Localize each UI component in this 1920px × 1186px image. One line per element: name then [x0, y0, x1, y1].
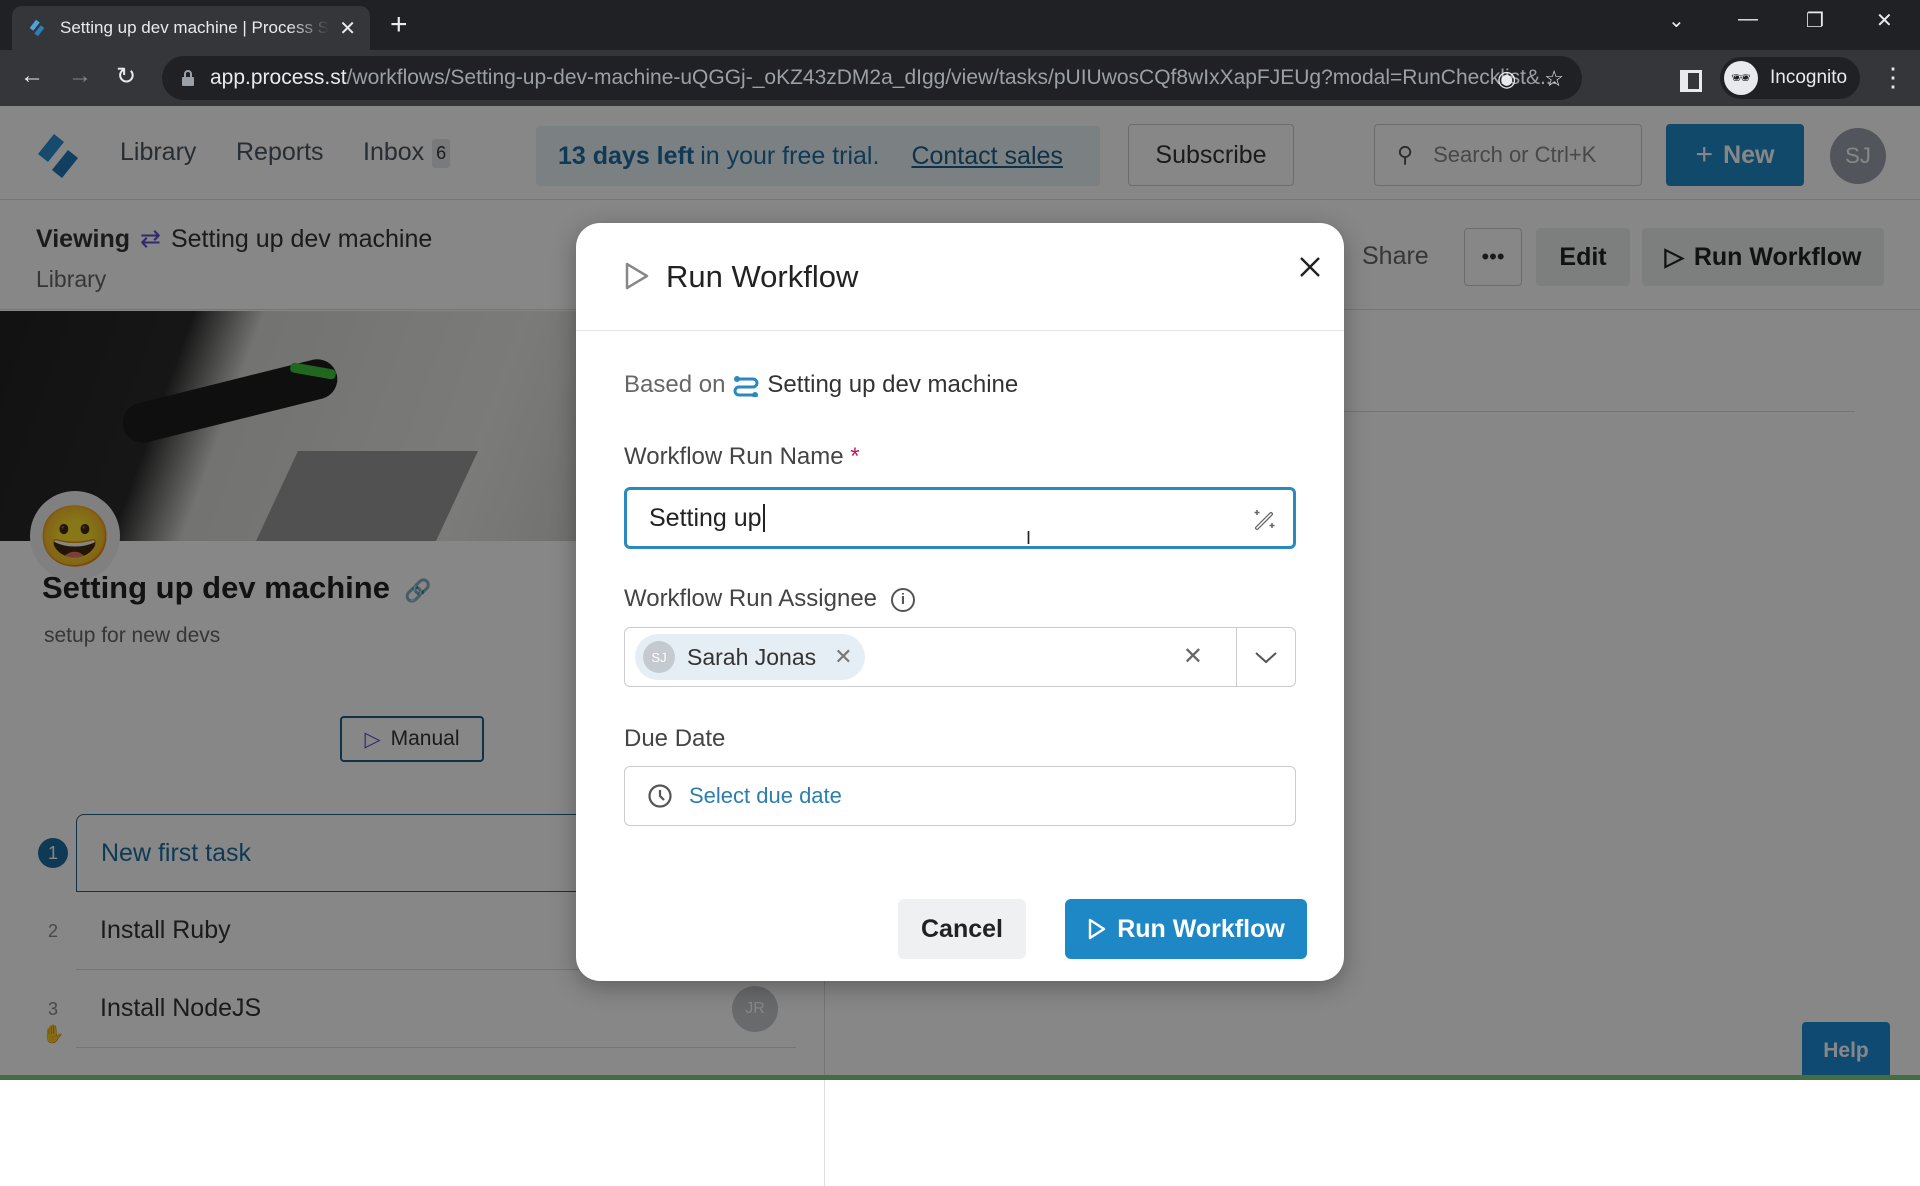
incognito-profile[interactable]: 🕶 Incognito — [1720, 57, 1860, 99]
browser-toolbar: ← → ↻ app.process.st/workflows/Setting-u… — [0, 50, 1920, 106]
clear-icon[interactable]: ✕ — [1183, 644, 1203, 670]
run-name-input[interactable]: Setting up — [624, 487, 1296, 549]
due-date-placeholder: Select due date — [689, 783, 842, 808]
tab-search-icon[interactable]: ⌄ — [1668, 8, 1685, 33]
browser-tab-strip: Setting up dev machine | Process Street … — [0, 0, 1920, 50]
reload-icon[interactable]: ↻ — [116, 62, 136, 91]
window-close-icon[interactable]: ✕ — [1876, 8, 1893, 33]
browser-menu-icon[interactable]: ⋮ — [1880, 62, 1906, 93]
divider — [1236, 628, 1237, 686]
tab-title: Setting up dev machine | Process Street — [60, 18, 330, 37]
minimize-icon[interactable]: — — [1738, 8, 1758, 31]
tracking-off-eye-icon[interactable]: ◉ — [1497, 66, 1516, 92]
play-icon — [1089, 918, 1106, 940]
assignee-label-text: Workflow Run Assignee — [624, 585, 878, 612]
required-marker: * — [850, 443, 860, 470]
magic-wand-icon[interactable] — [1251, 506, 1277, 532]
due-date-label: Due Date — [624, 725, 726, 752]
clock-icon — [648, 784, 672, 808]
run-name-value: Setting up — [649, 503, 762, 532]
back-arrow-icon[interactable]: ← — [20, 62, 44, 90]
based-on-label: Based on — [624, 371, 726, 398]
close-icon[interactable] — [1288, 245, 1332, 289]
forward-arrow-icon[interactable]: → — [68, 62, 92, 90]
chevron-down-icon[interactable] — [1251, 644, 1281, 670]
run-workflow-modal: Run Workflow Based on Setting up dev mac… — [576, 223, 1344, 981]
due-date-input[interactable]: Select due date — [624, 766, 1296, 826]
run-name-label-text: Workflow Run Name — [624, 443, 844, 470]
assignee-name: Sarah Jonas — [687, 643, 817, 670]
cancel-button[interactable]: Cancel — [898, 899, 1026, 959]
lock-icon — [182, 70, 194, 86]
side-panel-icon[interactable] — [1680, 70, 1702, 92]
incognito-label: Incognito — [1770, 67, 1848, 88]
incognito-icon: 🕶 — [1724, 61, 1758, 95]
bookmark-star-icon[interactable]: ☆ — [1544, 66, 1564, 92]
play-icon — [625, 262, 649, 290]
run-workflow-label: Run Workflow — [1117, 914, 1285, 943]
new-tab-button[interactable]: + — [390, 8, 408, 42]
modal-title: Run Workflow — [666, 259, 859, 294]
address-bar[interactable]: app.process.st/workflows/Setting-up-dev-… — [162, 56, 1582, 100]
assignee-select[interactable]: SJ Sarah Jonas ✕ ✕ — [624, 627, 1296, 687]
restore-icon[interactable]: ❐ — [1806, 8, 1824, 33]
process-street-favicon-icon — [29, 19, 45, 37]
based-on: Based on Setting up dev machine — [624, 371, 1018, 399]
modal-header: Run Workflow — [576, 223, 1344, 331]
assignee-chip: SJ Sarah Jonas ✕ — [635, 634, 865, 680]
browser-tab[interactable]: Setting up dev machine | Process Street … — [12, 6, 370, 50]
remove-assignee-icon[interactable]: ✕ — [834, 644, 852, 670]
url-host: app.process.st — [210, 66, 347, 89]
text-caret — [762, 504, 765, 532]
text-cursor-icon: I — [1026, 528, 1032, 548]
run-workflow-button[interactable]: Run Workflow — [1065, 899, 1307, 959]
based-on-workflow-name[interactable]: Setting up dev machine — [767, 371, 1018, 399]
tab-close-icon[interactable]: ✕ — [339, 16, 356, 41]
info-icon[interactable]: i — [891, 587, 916, 612]
workflow-icon — [733, 376, 759, 397]
run-name-label: Workflow Run Name * — [624, 443, 860, 471]
url-path: /workflows/Setting-up-dev-machine-uQGGj-… — [346, 66, 1558, 89]
assignee-label: Workflow Run Assignee i — [624, 585, 916, 613]
assignee-avatar: SJ — [643, 641, 675, 673]
